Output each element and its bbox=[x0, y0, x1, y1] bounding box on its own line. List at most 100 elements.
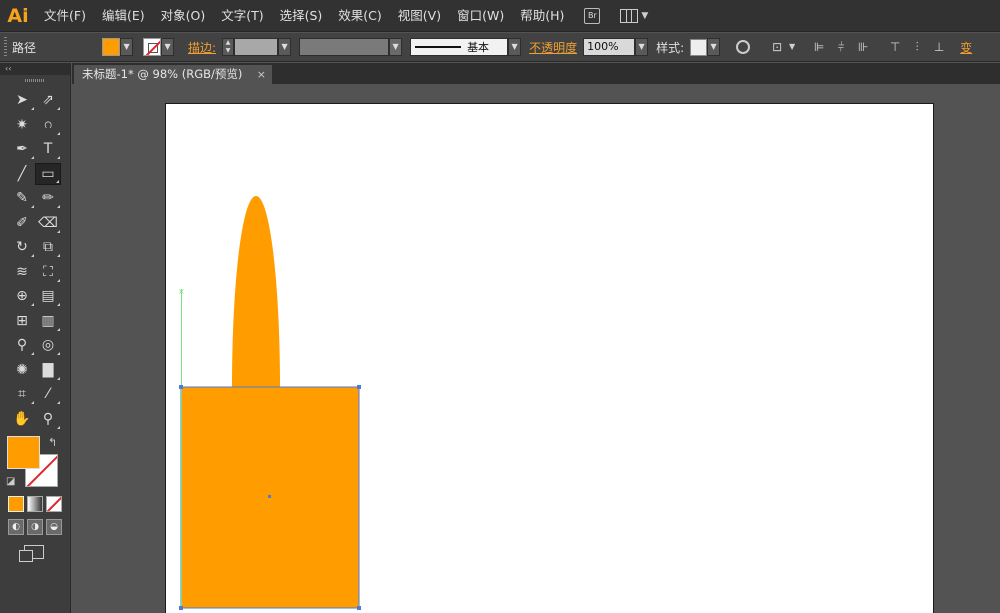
draw-inside-icon[interactable]: ◒ bbox=[46, 519, 62, 535]
chevron-down-icon[interactable]: ▼ bbox=[788, 40, 796, 54]
menu-window[interactable]: 窗口(W) bbox=[449, 0, 512, 32]
draw-behind-icon[interactable]: ◑ bbox=[27, 519, 43, 535]
tool-row: ⚲ ◎ bbox=[0, 333, 70, 358]
eraser-tool[interactable]: ⌫ bbox=[35, 212, 61, 234]
fill-dropdown[interactable]: ▼ bbox=[120, 38, 134, 56]
tool-row: ✎ ✏ bbox=[0, 186, 70, 211]
align-vertical-center-icon[interactable]: ⫶ bbox=[910, 40, 924, 54]
tools-panel-collapse-icon[interactable]: ‹‹ bbox=[0, 63, 70, 75]
pencil-tool[interactable]: ✏ bbox=[35, 187, 61, 209]
none-mode-button[interactable] bbox=[46, 496, 62, 512]
anchor-point[interactable] bbox=[357, 606, 361, 610]
orange-ellipse-shape[interactable] bbox=[232, 196, 280, 387]
brush-definition-field[interactable]: 基本 bbox=[410, 38, 509, 56]
hand-tool[interactable]: ✋ bbox=[9, 408, 35, 430]
align-bottom-icon[interactable]: ⊥ bbox=[932, 40, 946, 54]
stroke-weight-dropdown[interactable]: ▼ bbox=[278, 38, 292, 56]
variable-width-field[interactable] bbox=[299, 38, 390, 56]
tool-group-indicator bbox=[57, 327, 60, 331]
gradient-mode-button[interactable] bbox=[27, 496, 43, 512]
slice-icon: ⁄ bbox=[46, 386, 50, 403]
anchor-point[interactable] bbox=[179, 385, 183, 389]
stroke-label[interactable]: 描边: bbox=[188, 39, 216, 56]
menu-help[interactable]: 帮助(H) bbox=[512, 0, 572, 32]
menu-object[interactable]: 对象(O) bbox=[153, 0, 214, 32]
graphic-style-dropdown[interactable]: ▼ bbox=[707, 38, 721, 56]
swap-fill-stroke-icon[interactable]: ↰ bbox=[48, 436, 57, 449]
default-fill-stroke-icon[interactable]: ◪ bbox=[6, 476, 15, 487]
blend-tool[interactable]: ◎ bbox=[35, 334, 61, 356]
stroke-weight-field[interactable] bbox=[234, 38, 279, 56]
tool-row: ✐ ⌫ bbox=[0, 211, 70, 236]
stroke-dropdown[interactable]: ▼ bbox=[161, 38, 175, 56]
scale-tool[interactable]: ⧉ bbox=[35, 236, 61, 258]
free-transform-tool[interactable]: ⛶ bbox=[35, 261, 61, 283]
blob-brush-tool[interactable]: ✐ bbox=[9, 212, 35, 234]
document-tab[interactable]: 未标题-1* @ 98% (RGB/预览) × bbox=[74, 65, 272, 84]
direct-selection-tool[interactable]: ⇗ bbox=[35, 89, 61, 111]
stroke-profile-label: 基本 bbox=[467, 41, 490, 54]
eyedropper-tool[interactable]: ⚲ bbox=[9, 334, 35, 356]
brush-definition-dropdown[interactable]: ▼ bbox=[508, 38, 522, 56]
opacity-label[interactable]: 不透明度 bbox=[529, 39, 577, 56]
width-tool[interactable]: ≋ bbox=[9, 261, 35, 283]
rotate-tool[interactable]: ↻ bbox=[9, 236, 35, 258]
align-horizontal-center-icon[interactable]: ⫩ bbox=[834, 40, 848, 54]
paintbrush-tool[interactable]: ✎ bbox=[9, 187, 35, 209]
mesh-tool[interactable]: ⊞ bbox=[9, 310, 35, 332]
opacity-dropdown[interactable]: ▼ bbox=[635, 38, 649, 56]
artboard-tool[interactable]: ⌗ bbox=[9, 383, 35, 405]
tools-panel-grip[interactable] bbox=[25, 79, 45, 82]
lasso-tool[interactable]: ဂ bbox=[35, 114, 61, 136]
align-left-icon[interactable]: ⊫ bbox=[812, 40, 826, 54]
menu-type[interactable]: 文字(T) bbox=[213, 0, 271, 32]
type-tool[interactable]: T bbox=[35, 138, 61, 160]
menu-effect[interactable]: 效果(C) bbox=[330, 0, 389, 32]
gradient-tool[interactable]: ▥ bbox=[35, 310, 61, 332]
close-icon[interactable]: × bbox=[257, 65, 266, 84]
perspective-grid-tool[interactable]: ▤ bbox=[35, 285, 61, 307]
menu-edit[interactable]: 编辑(E) bbox=[94, 0, 153, 32]
rectangle-tool[interactable]: ▭ bbox=[35, 162, 61, 185]
align-to-icon[interactable]: ⊡ bbox=[770, 40, 784, 54]
tool-group-indicator bbox=[57, 278, 60, 282]
symbol-sprayer-tool[interactable]: ✺ bbox=[9, 359, 35, 381]
tool-row: ⌗ ⁄ bbox=[0, 382, 70, 407]
align-right-icon[interactable]: ⊪ bbox=[856, 40, 870, 54]
anchor-point[interactable] bbox=[357, 385, 361, 389]
stroke-weight-spinner[interactable]: ▲ ▼ bbox=[222, 38, 235, 56]
lasso-icon: ဂ bbox=[44, 116, 52, 133]
draw-normal-icon[interactable]: ◐ bbox=[8, 519, 24, 535]
fill-color-box[interactable] bbox=[7, 436, 40, 469]
column-graph-tool[interactable]: ▇ bbox=[35, 359, 61, 381]
pen-tool[interactable]: ✒ bbox=[9, 138, 35, 160]
color-mode-button[interactable] bbox=[8, 496, 24, 512]
artboard[interactable]: × bbox=[165, 103, 934, 613]
opacity-field[interactable]: 100% bbox=[583, 38, 636, 56]
shape-builder-tool[interactable]: ⊕ bbox=[9, 285, 35, 307]
menu-view[interactable]: 视图(V) bbox=[390, 0, 449, 32]
variable-width-dropdown[interactable]: ▼ bbox=[389, 38, 403, 56]
transform-link[interactable]: 变 bbox=[960, 39, 972, 56]
menu-select[interactable]: 选择(S) bbox=[272, 0, 331, 32]
selection-tool[interactable]: ➤ bbox=[9, 89, 35, 111]
bridge-icon[interactable]: Br bbox=[584, 7, 601, 24]
width-icon: ≋ bbox=[16, 263, 28, 280]
fill-swatch[interactable] bbox=[102, 38, 121, 56]
menu-file[interactable]: 文件(F) bbox=[36, 0, 94, 32]
chevron-down-icon[interactable]: ▼ bbox=[641, 11, 648, 21]
graphic-style-swatch[interactable] bbox=[690, 38, 708, 56]
align-top-icon[interactable]: ⊤ bbox=[888, 40, 902, 54]
magic-wand-tool[interactable]: ✷ bbox=[9, 114, 35, 136]
recolor-artwork-icon[interactable] bbox=[736, 40, 751, 54]
line-segment-tool[interactable]: ╱ bbox=[9, 163, 35, 185]
anchor-point[interactable] bbox=[179, 606, 183, 610]
stroke-swatch[interactable] bbox=[143, 38, 162, 56]
zoom-tool[interactable]: ⚲ bbox=[35, 408, 61, 430]
screen-mode-icon[interactable] bbox=[19, 545, 44, 562]
workspace-layout-icon[interactable] bbox=[620, 8, 639, 23]
canvas-area[interactable]: × bbox=[72, 84, 1000, 613]
control-bar-grip[interactable] bbox=[4, 37, 7, 57]
center-point[interactable] bbox=[268, 495, 271, 498]
slice-tool[interactable]: ⁄ bbox=[35, 383, 61, 405]
